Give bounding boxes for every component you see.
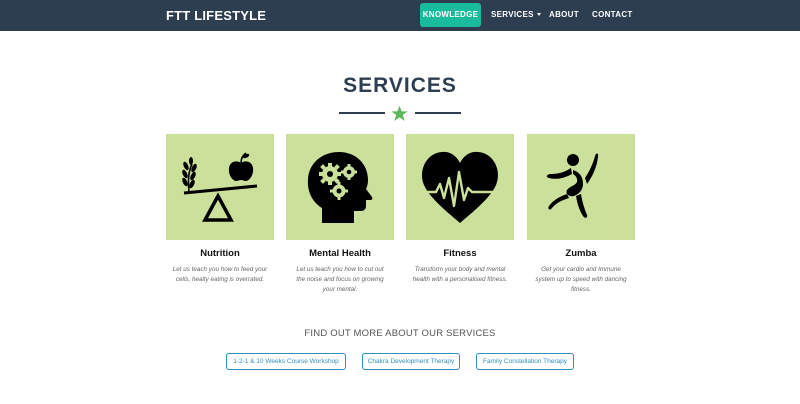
navbar: FTT LIFESTYLE KNOWLEDGE SERVICES ABOUT C…: [0, 0, 800, 31]
card-image: [286, 134, 394, 240]
nav-item-services-label: SERVICES: [491, 10, 534, 19]
heartbeat-icon: [422, 151, 498, 223]
caret-down-icon: [536, 13, 541, 16]
card-title: Mental Health: [309, 248, 371, 259]
dancer-icon: [546, 153, 599, 218]
card-text: Let us teach you how to cut out the nois…: [296, 266, 384, 293]
nav-item-knowledge[interactable]: KNOWLEDGE: [420, 3, 481, 27]
card-text: Transform your body and mental health wi…: [412, 266, 508, 283]
card-text: Let us teach you how to feed your cells,…: [172, 266, 268, 283]
chakra-therapy-button[interactable]: Chakra Development Therapy: [362, 353, 460, 370]
service-card-nutrition[interactable]: Nutrition Let us teach you how to feed y…: [166, 134, 274, 306]
divider-line-left: [339, 112, 385, 114]
card-image: [527, 134, 635, 240]
card-title: Nutrition: [200, 248, 240, 259]
section-title: SERVICES: [343, 74, 457, 97]
family-constellation-button[interactable]: Family Constellation Therapy: [476, 353, 574, 370]
service-card-mental-health[interactable]: Mental Health Let us teach you how to cu…: [286, 134, 394, 306]
nav-item-about[interactable]: ABOUT: [549, 10, 579, 19]
star-icon: [391, 105, 408, 121]
service-card-zumba[interactable]: Zumba Get your cardio and Immune system …: [527, 134, 635, 306]
nav-item-contact[interactable]: CONTACT: [592, 10, 633, 19]
card-title: Zumba: [565, 248, 597, 259]
card-image: [406, 134, 514, 240]
card-text: Get your cardio and Immune system up to …: [535, 266, 627, 293]
divider-line-right: [415, 112, 461, 114]
find-out-more-heading: FIND OUT MORE ABOUT OUR SERVICES: [304, 328, 496, 339]
card-image: [166, 134, 274, 240]
brand-logo[interactable]: FTT LIFESTYLE: [166, 8, 266, 23]
balance-scale-apple-icon: [182, 152, 258, 222]
card-title: Fitness: [443, 248, 477, 259]
head-gears-icon: [307, 152, 373, 223]
workshop-button[interactable]: 1-2-1 & 10 Weeks Course Workshop: [226, 353, 346, 370]
nav-item-services[interactable]: SERVICES: [491, 10, 541, 19]
service-card-fitness[interactable]: Fitness Transform your body and mental h…: [406, 134, 514, 306]
